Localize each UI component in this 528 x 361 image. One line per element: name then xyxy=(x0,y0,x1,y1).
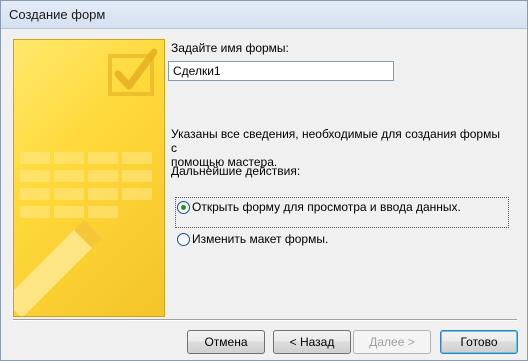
title-bar[interactable]: Создание форм xyxy=(1,1,527,29)
window-title: Создание форм xyxy=(9,7,106,22)
wizard-banner-image xyxy=(13,39,165,317)
form-wizard-dialog: Создание форм Задайте имя формы: Указаны… xyxy=(0,0,528,361)
cancel-button[interactable]: Отмена xyxy=(187,330,265,354)
finish-button[interactable]: Готово xyxy=(440,330,518,354)
next-actions-label: Дальнейшие действия: xyxy=(171,164,301,178)
option-edit-layout-label: Изменить макет формы. xyxy=(192,232,329,246)
radio-open-form[interactable] xyxy=(177,200,190,214)
info-text-line1: Указаны все сведения, необходимые для со… xyxy=(171,127,500,155)
form-name-label: Задайте имя формы: xyxy=(171,41,289,55)
radio-edit-layout[interactable] xyxy=(177,232,190,246)
option-edit-layout[interactable]: Изменить макет формы. xyxy=(177,232,328,246)
info-text: Указаны все сведения, необходимые для со… xyxy=(171,127,501,169)
option-open-form-label: Открыть форму для просмотра и ввода данн… xyxy=(192,200,461,214)
next-button: Далее > xyxy=(353,330,431,354)
form-name-input[interactable] xyxy=(168,61,394,81)
separator xyxy=(13,319,517,321)
option-open-form[interactable]: Открыть форму для просмотра и ввода данн… xyxy=(177,200,461,214)
back-button[interactable]: < Назад xyxy=(273,330,351,354)
